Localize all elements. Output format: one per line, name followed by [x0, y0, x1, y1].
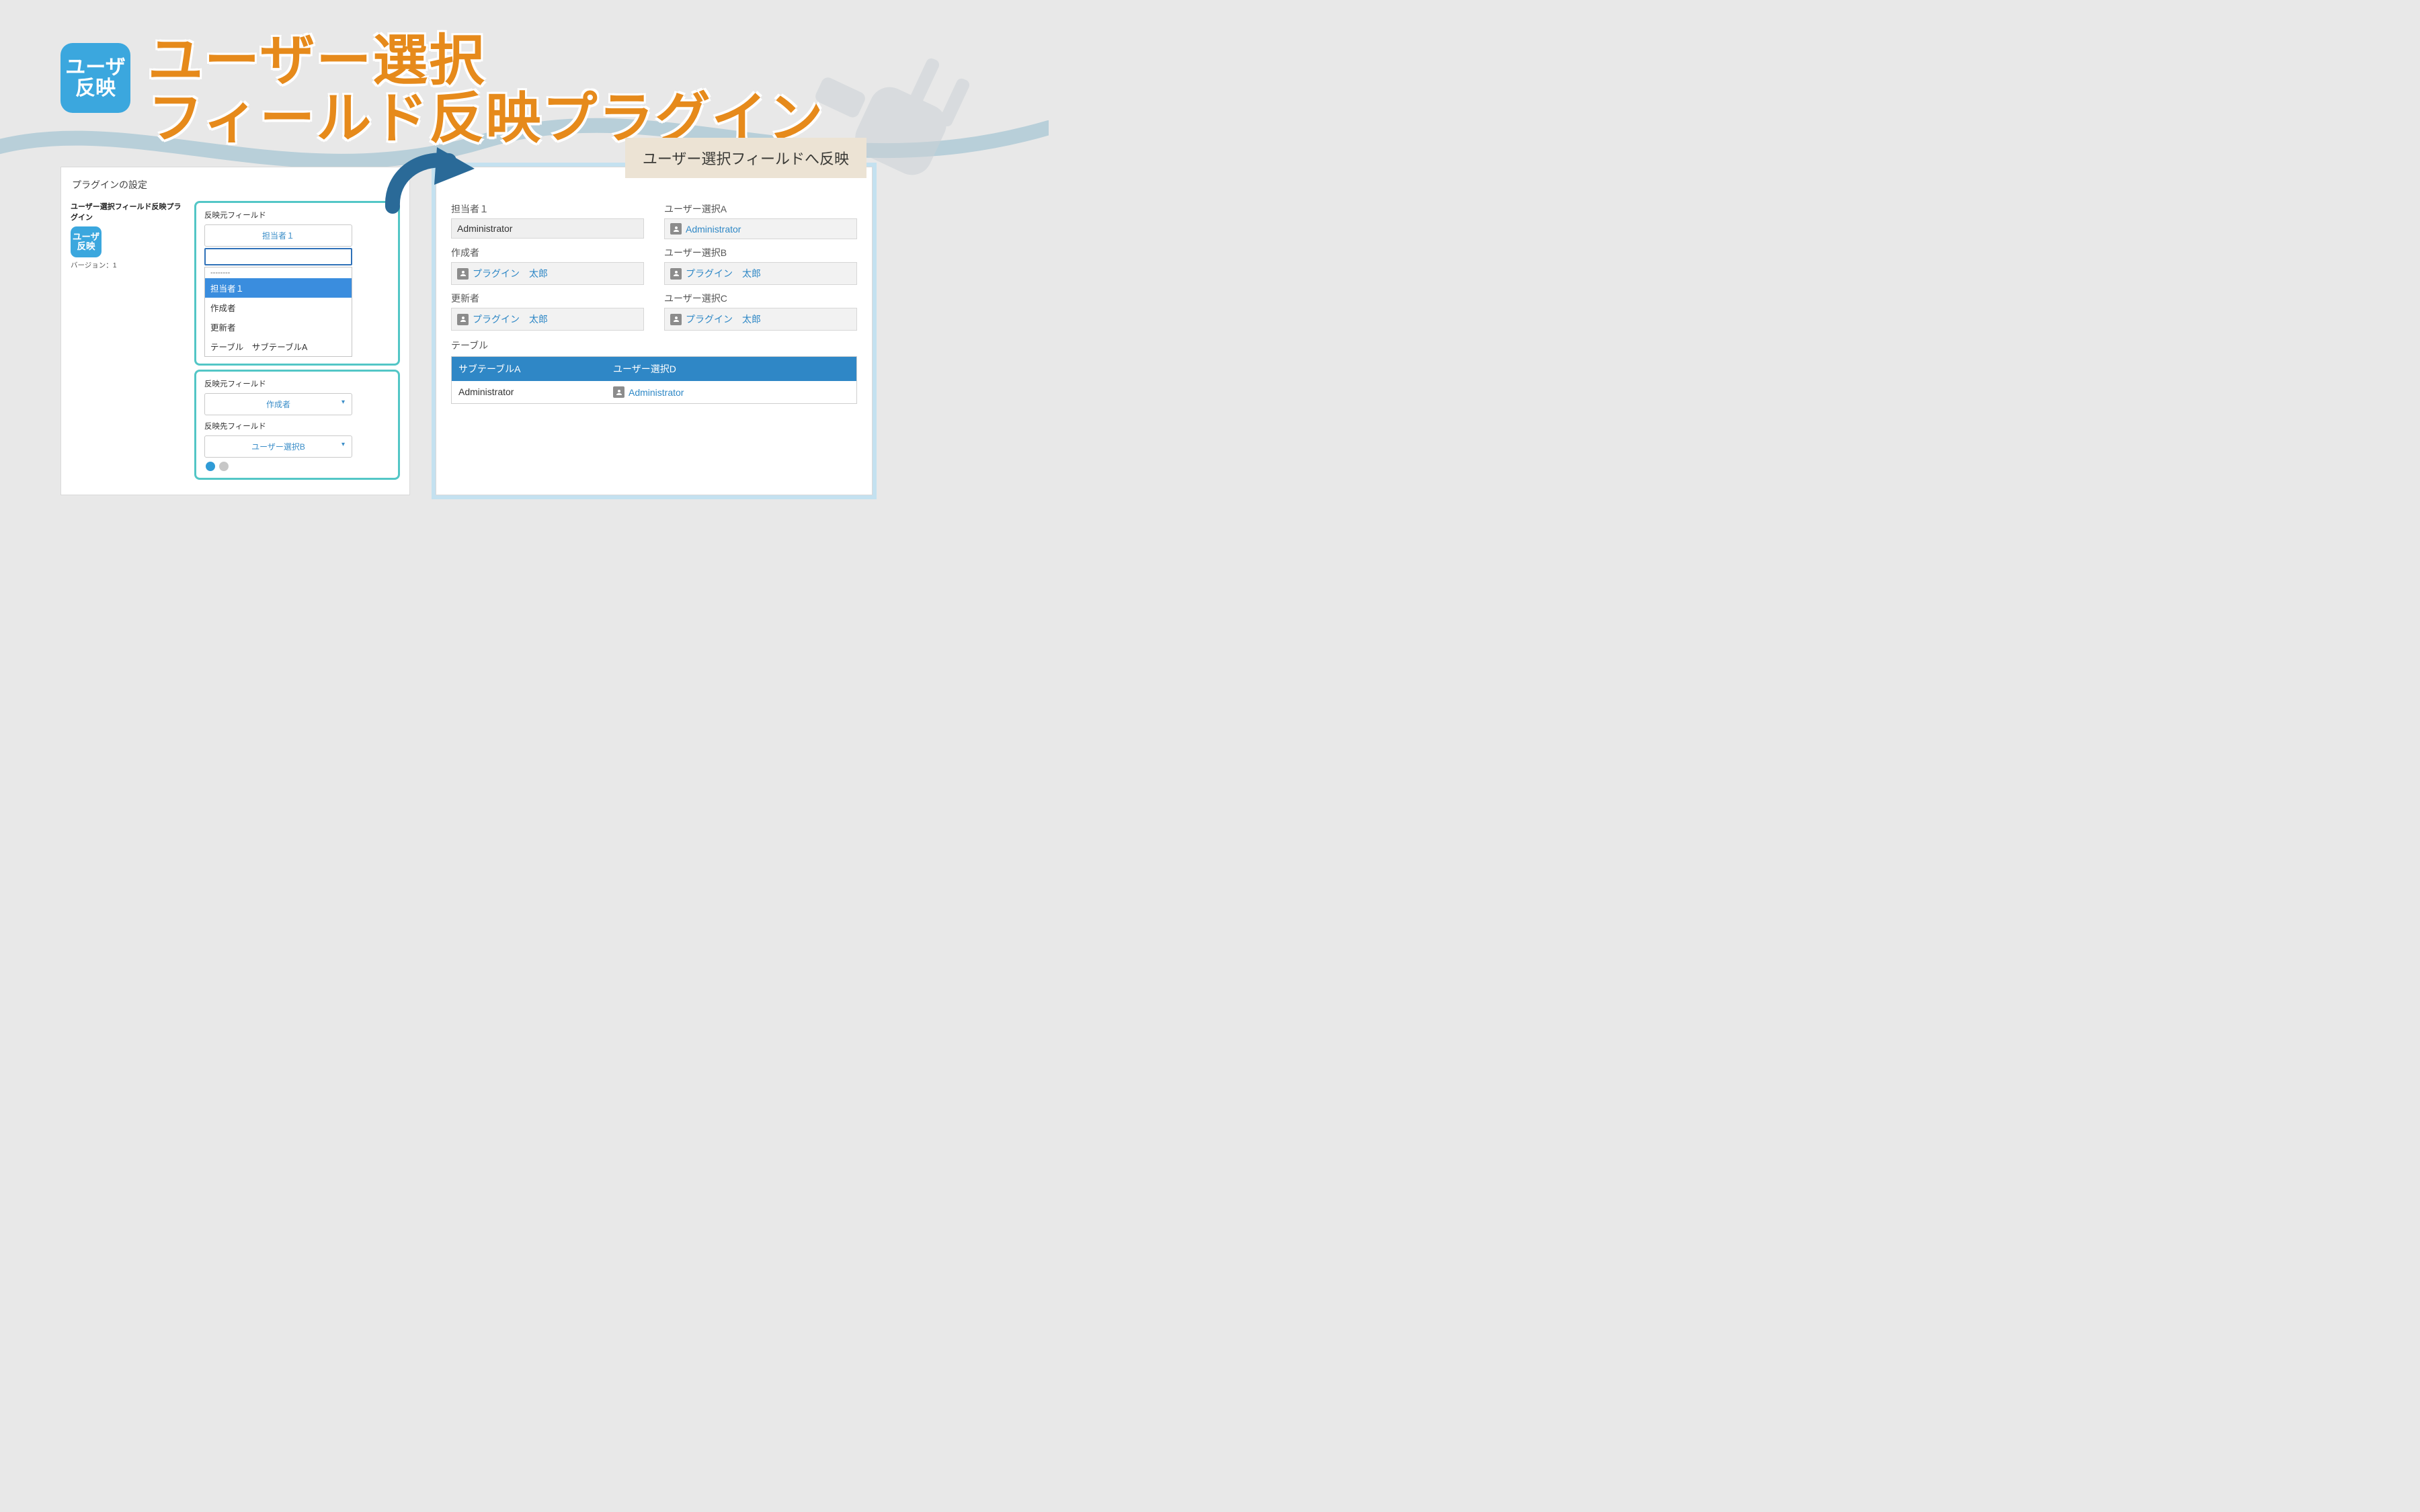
field-label: ユーザー選択A [664, 202, 857, 216]
dropdown-item[interactable]: 作成者 [205, 298, 352, 317]
app-icon-line1: ユーザ [65, 57, 125, 79]
dropdown-item[interactable]: テーブル サブテーブルA [205, 337, 352, 356]
dropdown-separator: -------- [205, 267, 352, 278]
dropdown-item[interactable]: 更新者 [205, 317, 352, 337]
target-field-label: 反映先フィールド [204, 421, 390, 431]
settings-heading: プラグインの設定 [61, 175, 409, 198]
config-box-1: 反映元フィールド 担当者１ -------- 担当者１ 作成者 更新者 テーブル… [194, 201, 400, 366]
callout-label: ユーザー選択フィールドへ反映 [625, 138, 866, 178]
user-icon [457, 268, 469, 280]
user-field-value: プラグイン 太郎 [451, 262, 644, 285]
settings-panel: プラグインの設定 ユーザー選択フィールド反映プラグイン ユーザ 反映 バージョン… [61, 167, 410, 495]
field-block: ユーザー選択A Administrator [664, 202, 857, 239]
source-field-select-2[interactable]: 作成者 [204, 393, 352, 415]
app-icon: ユーザ 反映 [61, 43, 130, 113]
dropdown-list: -------- 担当者１ 作成者 更新者 テーブル サブテーブルA [204, 267, 352, 357]
config-box-2: 反映元フィールド 作成者 反映先フィールド ユーザー選択B [194, 370, 400, 480]
add-row-button[interactable] [206, 462, 215, 471]
table-label: テーブル [451, 339, 857, 352]
source-field-label-2: 反映元フィールド [204, 378, 390, 389]
source-field-label: 反映元フィールド [204, 210, 390, 220]
source-field-select[interactable]: 担当者１ [204, 224, 352, 247]
dropdown-search-input[interactable] [204, 248, 352, 265]
field-block: 更新者 プラグイン 太郎 [451, 292, 644, 331]
user-field-value: プラグイン 太郎 [664, 308, 857, 331]
field-block: ユーザー選択B プラグイン 太郎 [664, 246, 857, 285]
plugin-version: バージョン：1 [71, 260, 185, 270]
user-field-value: Administrator [664, 218, 857, 239]
user-icon [613, 386, 624, 398]
table-header: ユーザー選択D [606, 357, 856, 381]
page-title: ユーザー選択 フィールド反映プラグイン [148, 32, 824, 148]
arrow-icon [385, 144, 485, 222]
table-header-row: サブテーブルA ユーザー選択D [452, 357, 856, 381]
user-icon [670, 268, 682, 280]
remove-row-button[interactable] [219, 462, 229, 471]
field-label: 作成者 [451, 246, 644, 259]
title-line1: ユーザー選択 [148, 32, 824, 90]
plugin-icon: ユーザ 反映 [71, 226, 102, 257]
user-icon [670, 314, 682, 325]
user-icon [457, 314, 469, 325]
table-cell: Administrator [452, 381, 606, 403]
field-block: 作成者 プラグイン 太郎 [451, 246, 644, 285]
user-field-value: プラグイン 太郎 [451, 308, 644, 331]
result-panel: ユーザー選択フィールドへ反映 担当者１ Administrator ユーザー選択… [436, 167, 873, 495]
plugin-name: ユーザー選択フィールド反映プラグイン [71, 201, 185, 226]
table-cell: Administrator [606, 381, 856, 403]
target-field-select[interactable]: ユーザー選択B [204, 435, 352, 458]
table-row: Administrator Administrator [452, 381, 856, 403]
field-label: ユーザー選択C [664, 292, 857, 305]
user-field-value: プラグイン 太郎 [664, 262, 857, 285]
field-label: 更新者 [451, 292, 644, 305]
table-header: サブテーブルA [452, 357, 606, 381]
subtable: サブテーブルA ユーザー選択D Administrator Administra… [451, 356, 857, 404]
user-icon [670, 223, 682, 235]
field-block: ユーザー選択C プラグイン 太郎 [664, 292, 857, 331]
app-icon-line2: 反映 [75, 78, 116, 99]
field-label: ユーザー選択B [664, 246, 857, 259]
dropdown-item[interactable]: 担当者１ [205, 278, 352, 298]
